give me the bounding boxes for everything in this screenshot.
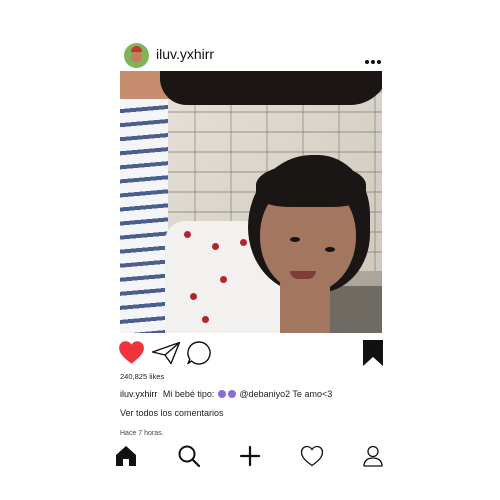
emoji-icon — [217, 390, 226, 398]
post-actions — [118, 340, 384, 368]
view-comments-link[interactable]: Ver todos los comentarios — [120, 408, 224, 418]
more-options-icon[interactable] — [365, 51, 383, 64]
emoji-icon — [227, 390, 236, 398]
home-icon[interactable] — [114, 444, 138, 468]
post-header: iluv.yxhirr — [120, 41, 385, 69]
heart-icon[interactable] — [118, 340, 145, 365]
bookmark-icon[interactable] — [362, 340, 384, 366]
avatar[interactable] — [124, 43, 149, 68]
share-icon[interactable] — [151, 341, 181, 365]
post-caption: iluv.yxhirr Mi bebé tipo: @debaniyo2 Te … — [120, 389, 332, 399]
bottom-nav — [114, 444, 386, 470]
post-username[interactable]: iluv.yxhirr — [156, 46, 214, 62]
caption-text-before: Mi bebé tipo: — [162, 389, 215, 399]
search-icon[interactable] — [177, 444, 201, 468]
caption-username[interactable]: iluv.yxhirr — [120, 389, 157, 399]
comment-icon[interactable] — [186, 340, 212, 366]
caption-text-after: @debaniyo2 Te amo<3 — [239, 389, 333, 399]
add-icon[interactable] — [238, 444, 262, 468]
activity-heart-icon[interactable] — [300, 444, 324, 468]
post-photo[interactable] — [120, 71, 382, 333]
profile-icon[interactable] — [361, 444, 385, 468]
post-timestamp: Hace 7 horas. — [120, 430, 164, 437]
likes-count[interactable]: 240,825 likes — [120, 372, 164, 381]
